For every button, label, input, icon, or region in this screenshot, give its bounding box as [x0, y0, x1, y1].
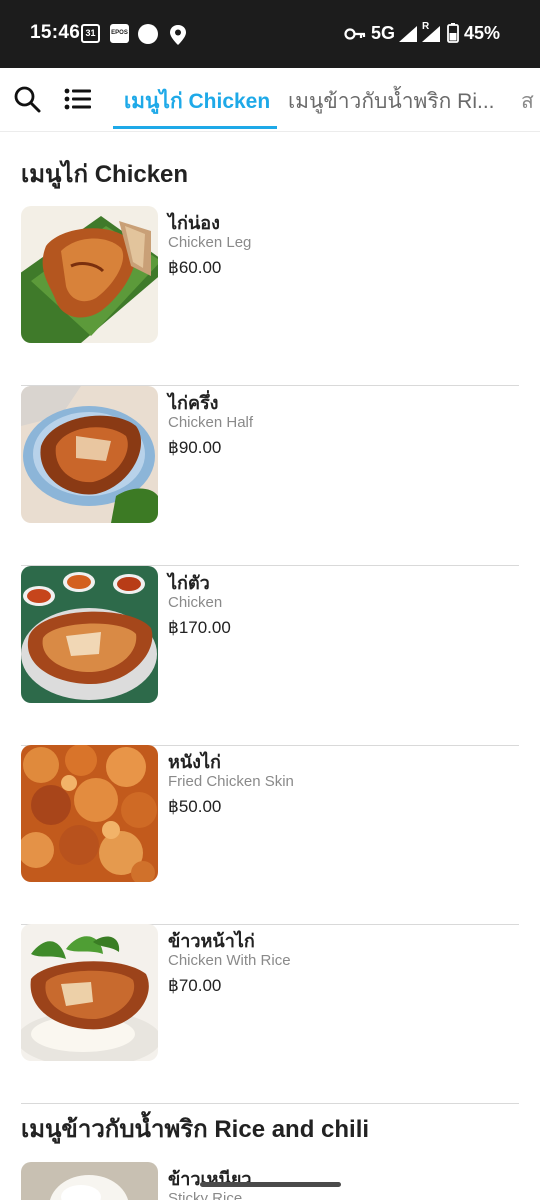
item-price: ฿170.00 [168, 618, 231, 637]
category-list-icon[interactable] [62, 84, 94, 114]
item-name-thai: ไก่ครึ่ง [168, 393, 219, 413]
menu-item[interactable]: ข้าวเหนียว Sticky Rice [21, 1162, 519, 1200]
menu-item[interactable]: ไก่ตัว Chicken ฿170.00 [21, 566, 519, 746]
home-indicator[interactable] [200, 1182, 341, 1187]
location-icon [170, 25, 186, 45]
active-tab-indicator [113, 126, 277, 129]
menu-item[interactable]: ข้าวหน้าไก่ Chicken With Rice ฿70.00 [21, 924, 519, 1104]
section-title-rice-and-chili: เมนูข้าวกับน้ำพริก Rice and chili [21, 1116, 370, 1143]
section-title-chicken: เมนูไก่ Chicken [21, 161, 189, 188]
item-name-thai: ไก่น่อง [168, 213, 220, 233]
tab-next[interactable]: ส [521, 85, 540, 118]
food-image-chicken-with-rice [21, 924, 158, 1061]
item-name-thai: ไก่ตัว [168, 573, 210, 593]
battery-icon [447, 23, 459, 43]
food-image-sticky-rice [21, 1162, 158, 1200]
menu-item[interactable]: หนังไก่ Fried Chicken Skin ฿50.00 [21, 745, 519, 925]
signal-roaming-icon [422, 26, 440, 42]
item-name-english: Chicken Half [168, 414, 254, 431]
battery-percent: 45% [464, 23, 501, 43]
item-price: ฿50.00 [168, 797, 222, 816]
item-name-thai: หนังไก่ [168, 752, 221, 772]
item-name-english: Sticky Rice [168, 1190, 243, 1200]
item-name-thai: ข้าวหน้าไก่ [168, 931, 255, 951]
category-tab-bar: เมนูไก่ Chicken เมนูข้าวกับน้ำพริก Ri...… [0, 68, 540, 132]
calendar-icon: 31 [81, 24, 100, 43]
notification-dot-icon [138, 24, 158, 44]
signal-icon [399, 26, 417, 42]
tab-rice-and-chili[interactable]: เมนูข้าวกับน้ำพริก Ri... [288, 85, 502, 118]
network-type: 5G [371, 23, 396, 43]
search-icon[interactable] [12, 84, 42, 114]
menu-item[interactable]: ไก่ครึ่ง Chicken Half ฿90.00 [21, 386, 519, 566]
item-name-english: Chicken [168, 594, 223, 611]
tab-chicken[interactable]: เมนูไก่ Chicken [124, 85, 270, 118]
item-price: ฿90.00 [168, 438, 222, 457]
food-image-fried-chicken-skin [21, 745, 158, 882]
vpn-key-icon [344, 28, 366, 40]
item-name-thai: ข้าวเหนียว [168, 1169, 252, 1189]
item-name-english: Chicken With Rice [168, 952, 291, 969]
status-time: 15:46 [30, 22, 81, 43]
food-image-whole-chicken [21, 566, 158, 703]
epos-app-icon: EPOS [110, 24, 129, 43]
item-price: ฿60.00 [168, 258, 222, 277]
item-name-english: Chicken Leg [168, 234, 252, 251]
item-name-english: Fried Chicken Skin [168, 773, 294, 790]
status-bar: 15:46 31 EPOS 5G R 45% [0, 0, 540, 68]
food-image-chicken-leg [21, 206, 158, 343]
menu-item[interactable]: ไก่น่อง Chicken Leg ฿60.00 [21, 206, 519, 386]
food-image-chicken-half [21, 386, 158, 523]
item-price: ฿70.00 [168, 976, 222, 995]
